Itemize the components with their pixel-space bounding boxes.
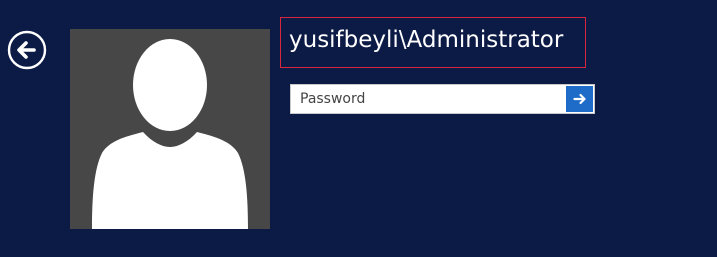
submit-button[interactable] <box>566 86 593 112</box>
back-arrow-icon <box>7 30 47 70</box>
back-button[interactable] <box>7 30 47 70</box>
username-label: yusifbeyli\Administrator <box>289 27 564 53</box>
avatar <box>70 29 270 229</box>
password-box <box>290 84 595 114</box>
user-silhouette-icon <box>92 39 248 229</box>
arrow-right-icon <box>572 93 586 105</box>
password-field[interactable] <box>291 85 563 113</box>
username-highlight-frame: yusifbeyli\Administrator <box>280 17 586 68</box>
